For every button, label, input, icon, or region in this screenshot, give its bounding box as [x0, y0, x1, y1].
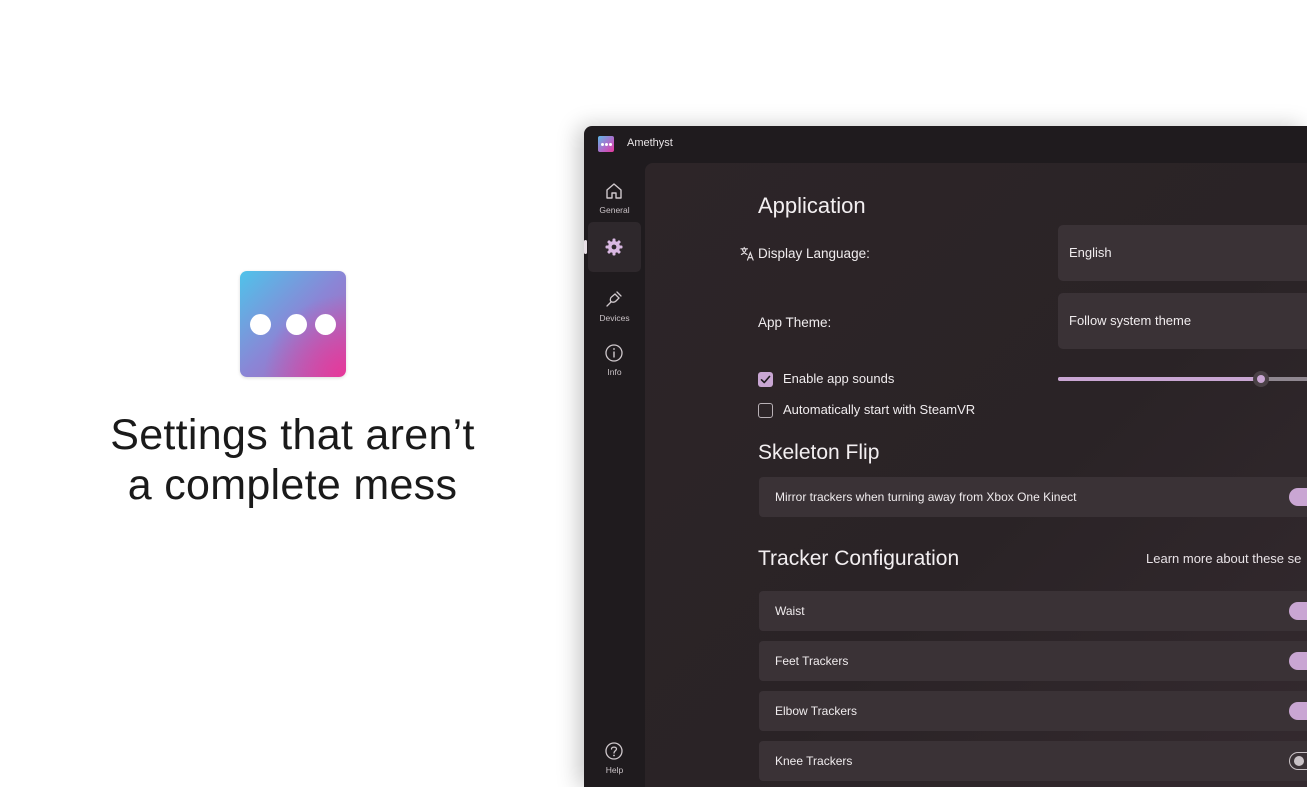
tracker-toggle[interactable] [1289, 752, 1307, 770]
gear-icon [605, 238, 623, 256]
slider-thumb[interactable] [1252, 371, 1269, 387]
display-language-label: Display Language: [758, 246, 870, 261]
enable-sounds-label: Enable app sounds [783, 371, 895, 386]
nav-item-general[interactable]: General [588, 169, 641, 219]
selection-indicator [584, 240, 587, 254]
promo-tagline: Settings that aren’t a complete mess [60, 410, 525, 510]
checkmark-icon [760, 375, 771, 384]
sound-volume-slider[interactable] [1058, 371, 1307, 387]
tracker-label: Elbow Trackers [775, 704, 858, 718]
settings-page: Application Display Language: English Ap… [645, 163, 1307, 787]
tracker-row-feet: Feet Trackers [759, 641, 1307, 681]
amethyst-logo [240, 271, 346, 377]
slider-fill [1058, 377, 1261, 381]
learn-more-link[interactable]: Learn more about these se [1146, 551, 1301, 566]
title-bar[interactable]: Amethyst [584, 126, 1307, 163]
nav-item-settings[interactable] [588, 222, 641, 272]
app-theme-dropdown[interactable]: Follow system theme [1058, 293, 1307, 349]
home-icon [606, 183, 622, 199]
translate-icon [740, 246, 754, 261]
help-icon [605, 742, 623, 760]
display-language-dropdown[interactable]: English [1058, 225, 1307, 281]
mirror-trackers-label: Mirror trackers when turning away from X… [775, 490, 1077, 504]
info-icon [605, 344, 623, 362]
logo-dot [250, 314, 271, 335]
mirror-trackers-toggle[interactable] [1289, 488, 1307, 506]
app-theme-value: Follow system theme [1069, 313, 1192, 328]
display-language-value: English [1069, 245, 1112, 260]
autostart-steamvr-checkbox[interactable] [758, 403, 773, 418]
section-heading-tracker-configuration: Tracker Configuration [758, 547, 960, 570]
tracker-label: Knee Trackers [775, 754, 853, 768]
window-title: Amethyst [627, 137, 673, 149]
nav-label: Help [605, 765, 624, 775]
navigation-rail: General Devices Info Help [584, 163, 645, 787]
tagline-line-2: a complete mess [127, 461, 458, 509]
section-heading-skeleton-flip: Skeleton Flip [758, 441, 880, 464]
tagline-line-1: Settings that aren’t [110, 411, 475, 459]
tracker-row-waist: Waist [759, 591, 1307, 631]
autostart-steamvr-label: Automatically start with SteamVR [783, 402, 976, 417]
amethyst-logo-icon [598, 136, 614, 152]
nav-item-info[interactable]: Info [588, 331, 641, 381]
nav-label: General [599, 205, 630, 215]
nav-label: Info [607, 367, 622, 377]
tracker-toggle[interactable] [1289, 702, 1307, 720]
app-window: Amethyst General Devices Info Help Appli… [584, 126, 1307, 787]
section-heading-application: Application [758, 193, 866, 218]
logo-dot [315, 314, 336, 335]
nav-label: Devices [599, 313, 630, 323]
tracker-toggle[interactable] [1289, 602, 1307, 620]
mirror-trackers-row: Mirror trackers when turning away from X… [759, 477, 1307, 517]
nav-item-devices[interactable]: Devices [588, 277, 641, 327]
tracker-row-elbow: Elbow Trackers [759, 691, 1307, 731]
nav-item-help[interactable]: Help [588, 729, 641, 779]
logo-dot [286, 314, 307, 335]
tracker-label: Feet Trackers [775, 654, 849, 668]
tracker-row-knee: Knee Trackers [759, 741, 1307, 781]
plug-icon [606, 291, 622, 307]
app-theme-label: App Theme: [758, 315, 832, 330]
tracker-toggle[interactable] [1289, 652, 1307, 670]
tracker-label: Waist [775, 604, 805, 618]
